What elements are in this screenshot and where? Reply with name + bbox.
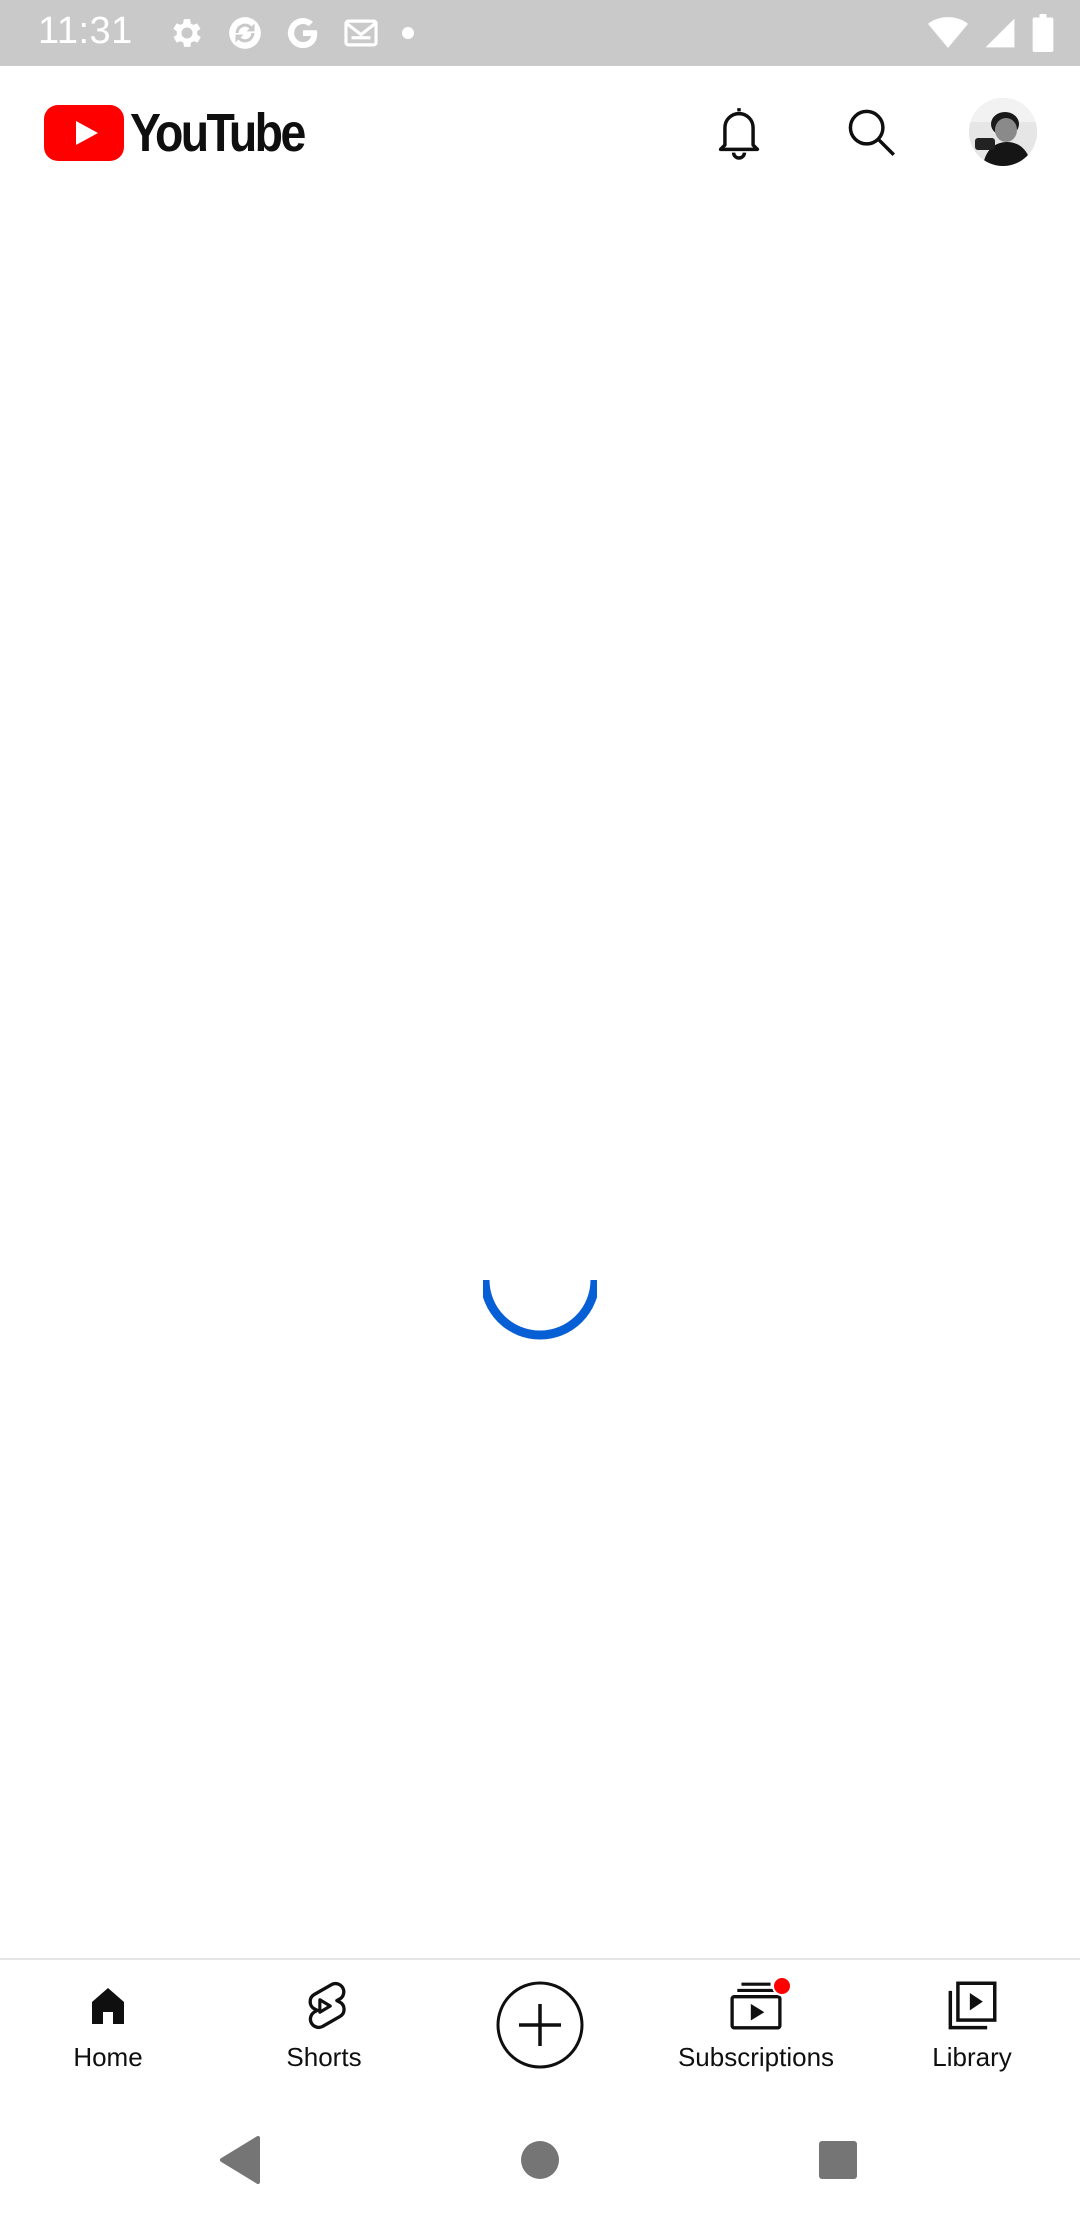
home-circle-icon	[521, 2141, 559, 2179]
library-icon	[948, 1981, 997, 2030]
nav-subscriptions-label: Subscriptions	[677, 2042, 835, 2072]
youtube-play-logo-icon	[44, 105, 124, 161]
bell-icon	[718, 108, 760, 160]
wifi-icon	[928, 16, 968, 50]
status-system-icons	[928, 14, 1054, 52]
avatar-image	[969, 98, 1037, 166]
notifications-button[interactable]	[706, 99, 772, 165]
back-icon	[220, 2136, 260, 2184]
search-button[interactable]	[838, 99, 904, 165]
nav-home[interactable]: Home	[48, 1960, 168, 2100]
nav-subscriptions[interactable]: Subscriptions	[640, 1960, 872, 2100]
status-bar: 11:31	[0, 0, 1080, 66]
google-icon	[284, 14, 322, 52]
loading-spinner	[483, 1280, 597, 1340]
search-icon	[848, 109, 895, 156]
youtube-logo[interactable]: YouTube	[44, 103, 332, 163]
signal-icon	[984, 16, 1016, 50]
nav-library[interactable]: Library	[912, 1960, 1032, 2100]
system-navigation-bar	[0, 2100, 1080, 2220]
sync-icon	[226, 14, 264, 52]
spinner-arc	[483, 1280, 597, 1340]
battery-icon	[1032, 14, 1054, 52]
status-notification-icons	[168, 14, 414, 52]
system-home-button[interactable]	[508, 2128, 572, 2192]
bottom-navigation: Home Shorts Subscriptions Library	[0, 1958, 1080, 2100]
gmail-icon	[342, 14, 380, 52]
subscriptions-badge-dot	[772, 1976, 792, 1996]
nav-create-button[interactable]	[480, 1960, 600, 2100]
create-icon	[496, 1981, 584, 2069]
account-avatar[interactable]	[969, 98, 1037, 166]
system-recents-button[interactable]	[806, 2128, 870, 2192]
system-back-button[interactable]	[208, 2128, 272, 2192]
main-content	[0, 198, 1080, 1958]
youtube-wordmark: YouTube	[130, 103, 306, 163]
nav-library-label: Library	[932, 2042, 1012, 2072]
shorts-icon	[308, 1981, 346, 2030]
nav-shorts[interactable]: Shorts	[264, 1960, 384, 2100]
nav-shorts-label: Shorts	[286, 2042, 362, 2072]
app-header: YouTube	[0, 66, 1080, 198]
nav-home-label: Home	[73, 2042, 143, 2072]
status-time: 11:31	[38, 10, 133, 52]
home-icon	[92, 1988, 124, 2024]
recents-icon	[819, 2141, 857, 2179]
settings-icon	[168, 14, 206, 52]
notification-dot	[402, 27, 414, 39]
